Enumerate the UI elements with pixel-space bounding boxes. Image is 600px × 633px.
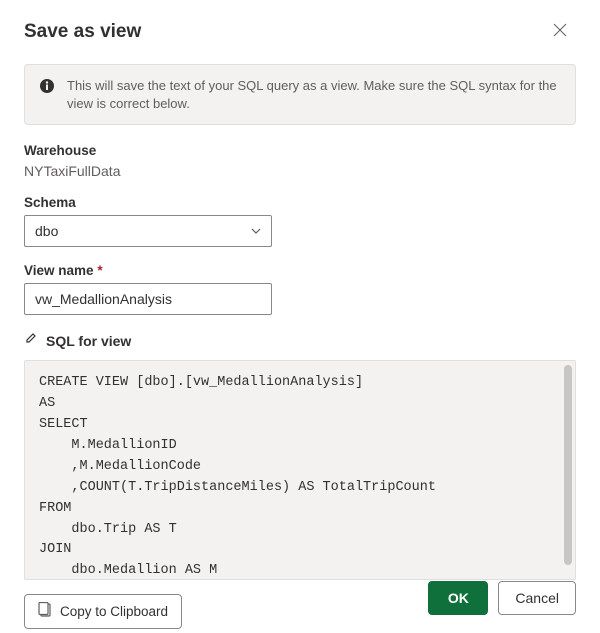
scrollbar[interactable]	[564, 365, 572, 565]
warehouse-value: NYTaxiFullData	[24, 163, 576, 179]
view-name-input[interactable]	[24, 283, 272, 315]
dialog-title: Save as view	[24, 21, 141, 43]
ok-button[interactable]: OK	[428, 581, 488, 615]
schema-field: Schema dbo	[24, 195, 576, 247]
warehouse-label: Warehouse	[24, 143, 576, 158]
clipboard-icon	[38, 602, 52, 621]
dialog-header: Save as view	[24, 16, 576, 48]
view-name-label: View name *	[24, 263, 576, 278]
schema-selected-value: dbo	[35, 223, 58, 239]
copy-button-label: Copy to Clipboard	[60, 604, 168, 619]
info-banner-text: This will save the text of your SQL quer…	[67, 77, 561, 112]
schema-label: Schema	[24, 195, 576, 210]
footer-actions: OK Cancel	[428, 581, 576, 615]
info-banner: This will save the text of your SQL quer…	[24, 64, 576, 125]
cancel-button[interactable]: Cancel	[498, 581, 576, 615]
warehouse-field: Warehouse NYTaxiFullData	[24, 143, 576, 179]
copy-to-clipboard-button[interactable]: Copy to Clipboard	[24, 594, 182, 629]
chevron-down-icon	[251, 226, 261, 237]
sql-section-title: SQL for view	[46, 333, 131, 349]
view-name-label-text: View name	[24, 263, 94, 278]
close-icon	[553, 23, 567, 42]
close-button[interactable]	[544, 16, 576, 48]
schema-select[interactable]: dbo	[24, 215, 272, 247]
sql-section-header: SQL for view	[24, 331, 576, 350]
sql-code-content: CREATE VIEW [dbo].[vw_MedallionAnalysis]…	[25, 361, 575, 580]
sql-code-box[interactable]: CREATE VIEW [dbo].[vw_MedallionAnalysis]…	[24, 360, 576, 580]
view-name-field: View name *	[24, 263, 576, 315]
sql-edit-icon	[24, 331, 38, 350]
info-icon	[39, 78, 55, 94]
required-asterisk: *	[97, 263, 102, 278]
